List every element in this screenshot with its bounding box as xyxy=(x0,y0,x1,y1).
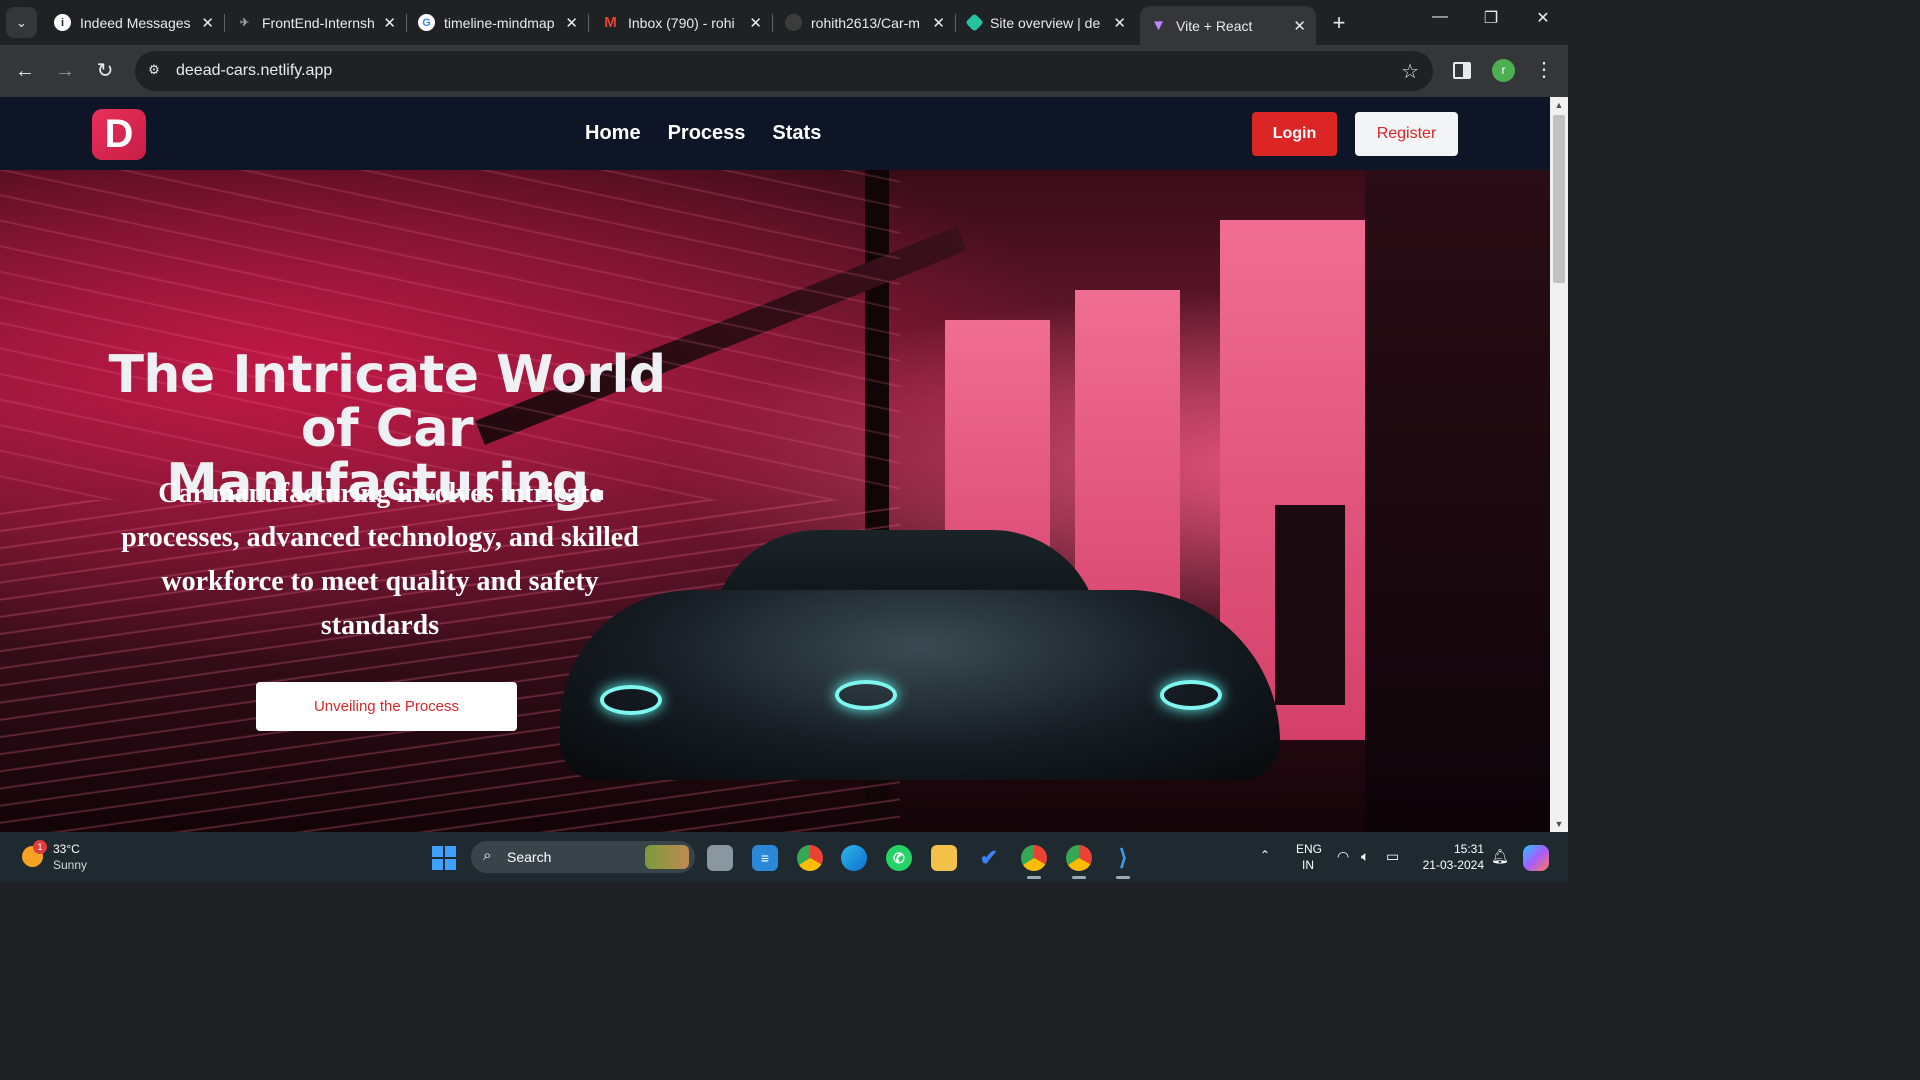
chrome-profile-icon[interactable] xyxy=(1021,845,1047,879)
tab-title: FrontEnd-Internsh xyxy=(262,14,375,31)
task-view-icon[interactable] xyxy=(707,845,733,871)
vscode-icon[interactable]: ⟩ xyxy=(1110,845,1136,879)
show-hidden-icons-icon[interactable]: ⌃ xyxy=(1260,848,1270,862)
side-panel-icon[interactable] xyxy=(1453,62,1471,79)
hero-section: The Intricate World of Car Manufacturing… xyxy=(0,170,1550,832)
windows-taskbar: 1 33°C Sunny ⌕ Search ≡ ✆ ✔ ⟩ ⌃ ENG IN ◠… xyxy=(0,832,1568,882)
notification-badge: 1 xyxy=(33,840,47,854)
unveil-process-button[interactable]: Unveiling the Process xyxy=(256,682,517,731)
forward-button[interactable]: → xyxy=(51,57,79,85)
notifications-bell-icon[interactable]: 🔔︎ xyxy=(1491,848,1509,865)
tab-timeline[interactable]: G timeline-mindmap ✕ xyxy=(408,6,589,39)
nav-link-process[interactable]: Process xyxy=(668,122,746,145)
todo-icon[interactable]: ✔ xyxy=(976,845,1002,871)
hero-subtitle: Car manufacturing involves intricate pro… xyxy=(121,478,639,641)
main-nav: Home Process Stats xyxy=(585,122,821,145)
address-bar[interactable]: ⚙ deead-cars.netlify.app ☆ xyxy=(135,51,1433,91)
scrollbar-thumb[interactable] xyxy=(1553,115,1565,283)
tab-title: Indeed Messages xyxy=(80,14,191,31)
taskbar-search[interactable]: ⌕ Search xyxy=(471,841,695,873)
edge-icon[interactable] xyxy=(841,845,867,871)
tab-title: timeline-mindmap xyxy=(444,14,555,31)
system-clock[interactable]: 15:31 21-03-2024 xyxy=(1418,841,1484,873)
page-viewport: D Home Process Stats Login Register The … xyxy=(0,97,1550,832)
battery-icon[interactable]: ▭ xyxy=(1386,848,1399,865)
close-tab-icon[interactable]: ✕ xyxy=(1293,17,1306,35)
new-tab-button[interactable]: + xyxy=(1328,10,1350,36)
chrome-profile-2-icon[interactable] xyxy=(1066,845,1092,879)
clock-time: 15:31 xyxy=(1453,842,1484,856)
gmail-icon: M xyxy=(604,14,617,31)
tab-title: Site overview | de xyxy=(990,14,1101,31)
browser-menu-icon[interactable]: ⋮ xyxy=(1534,57,1554,82)
tab-netlify[interactable]: Site overview | de ✕ xyxy=(958,6,1136,39)
close-tab-icon[interactable]: ✕ xyxy=(932,14,945,32)
login-button[interactable]: Login xyxy=(1252,112,1337,156)
tab-title: rohith2613/Car-m xyxy=(811,14,920,31)
site-logo[interactable]: D xyxy=(92,109,146,160)
tab-title: Vite + React xyxy=(1176,17,1253,34)
minimize-button[interactable]: — xyxy=(1420,8,1460,26)
car-image xyxy=(560,530,1280,780)
wifi-icon[interactable]: ◠ xyxy=(1337,848,1349,865)
tab-strip: ⌄ i Indeed Messages ✕ ✈ FrontEnd-Interns… xyxy=(0,0,1568,45)
tab-search-button[interactable]: ⌄ xyxy=(6,7,37,38)
region-code: IN xyxy=(1302,858,1314,872)
language-code: ENG xyxy=(1296,842,1323,856)
profile-avatar[interactable]: r xyxy=(1492,59,1515,82)
scroll-down-icon[interactable]: ▼ xyxy=(1554,819,1564,829)
copilot-icon[interactable] xyxy=(1523,845,1549,871)
hero-title-line1: The Intricate World xyxy=(108,345,666,405)
nav-link-stats[interactable]: Stats xyxy=(772,122,821,145)
nav-link-home[interactable]: Home xyxy=(585,122,641,145)
volume-icon[interactable]: 🔈︎ xyxy=(1361,848,1369,865)
weather-condition: Sunny xyxy=(53,858,88,872)
info-icon: i xyxy=(54,14,71,31)
clock-date: 21-03-2024 xyxy=(1422,858,1484,872)
chrome-icon[interactable] xyxy=(797,845,823,871)
close-tab-icon[interactable]: ✕ xyxy=(1113,14,1126,32)
browser-toolbar: ← → ↻ ⚙ deead-cars.netlify.app ☆ r ⋮ xyxy=(0,45,1568,97)
language-indicator[interactable]: ENG IN xyxy=(1296,841,1323,873)
file-explorer-icon[interactable] xyxy=(931,845,957,871)
notepad-icon[interactable]: ≡ xyxy=(752,845,778,871)
site-info-icon[interactable]: ⚙ xyxy=(145,62,163,80)
taskbar-search-label: Search xyxy=(507,849,552,865)
close-tab-icon[interactable]: ✕ xyxy=(749,14,762,32)
tab-github[interactable]: rohith2613/Car-m ✕ xyxy=(775,6,956,39)
close-tab-icon[interactable]: ✕ xyxy=(383,14,396,32)
weather-temp: 33°C xyxy=(53,842,80,856)
internshala-icon: ✈ xyxy=(239,17,250,29)
restore-button[interactable]: ❐ xyxy=(1471,8,1511,28)
github-icon xyxy=(785,14,802,31)
netlify-icon xyxy=(965,13,984,32)
vite-icon: ▼ xyxy=(1151,17,1166,34)
search-icon: ⌕ xyxy=(483,847,492,864)
tab-title: Inbox (790) - rohi xyxy=(628,14,735,31)
whatsapp-icon[interactable]: ✆ xyxy=(886,845,912,871)
tab-gmail[interactable]: M Inbox (790) - rohi ✕ xyxy=(592,6,773,39)
register-button[interactable]: Register xyxy=(1355,112,1458,156)
site-header: D Home Process Stats Login Register xyxy=(0,97,1550,170)
close-tab-icon[interactable]: ✕ xyxy=(201,14,214,32)
page-scrollbar[interactable]: ▲ ▼ xyxy=(1550,97,1568,832)
tab-indeed[interactable]: i Indeed Messages ✕ xyxy=(44,6,225,39)
reload-button[interactable]: ↻ xyxy=(91,57,119,85)
tab-internshala[interactable]: ✈ FrontEnd-Internsh ✕ xyxy=(226,6,407,39)
close-window-button[interactable]: ✕ xyxy=(1523,8,1563,28)
windows-start-icon[interactable] xyxy=(432,846,456,870)
scroll-up-icon[interactable]: ▲ xyxy=(1554,100,1564,110)
bookmark-star-icon[interactable]: ☆ xyxy=(1401,59,1419,84)
google-icon: G xyxy=(418,14,435,31)
tab-vite-react[interactable]: ▼ Vite + React ✕ xyxy=(1140,6,1316,45)
close-tab-icon[interactable]: ✕ xyxy=(565,14,578,32)
chevron-down-icon: ⌄ xyxy=(16,14,27,30)
search-highlight-image xyxy=(645,845,689,869)
back-button[interactable]: ← xyxy=(11,57,39,85)
url-text[interactable]: deead-cars.netlify.app xyxy=(176,62,332,80)
